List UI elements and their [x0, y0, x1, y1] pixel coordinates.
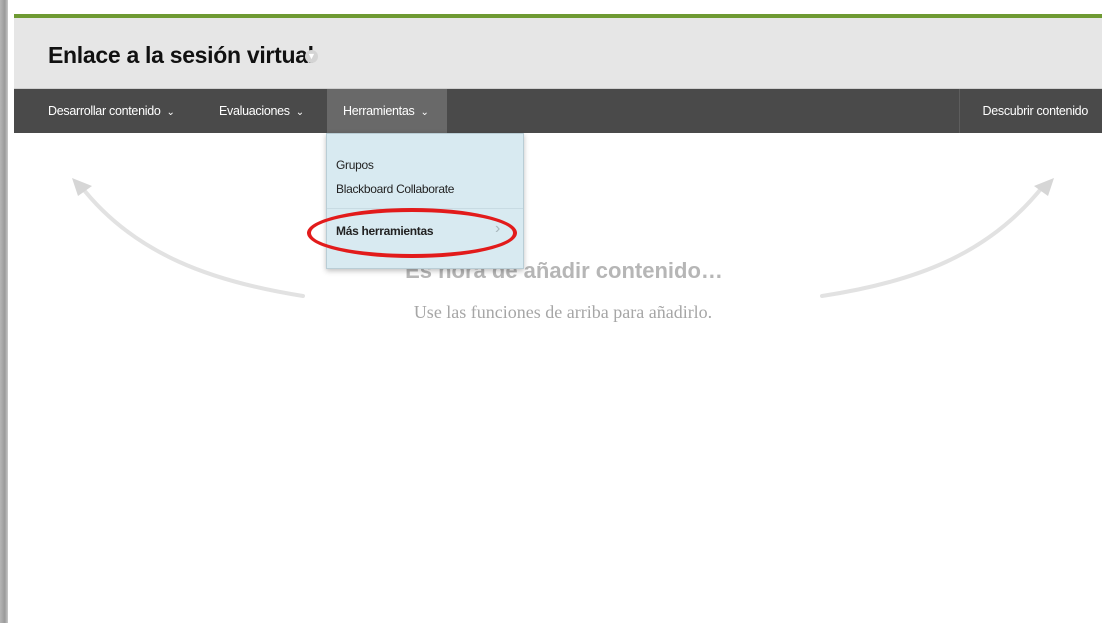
left-curved-arrow — [78, 183, 305, 298]
red-highlight-ellipse — [307, 208, 517, 258]
menu-item-grupos[interactable]: Grupos — [336, 158, 374, 172]
right-curved-arrow — [820, 183, 1046, 298]
menu-item-blackboard-collaborate[interactable]: Blackboard Collaborate — [336, 182, 454, 196]
window-left-edge — [0, 0, 8, 623]
page: Enlace a la sesión virtual ▼ Desarrollar… — [14, 0, 1102, 623]
empty-state-subtext: Use las funciones de arriba para añadirl… — [413, 302, 713, 322]
